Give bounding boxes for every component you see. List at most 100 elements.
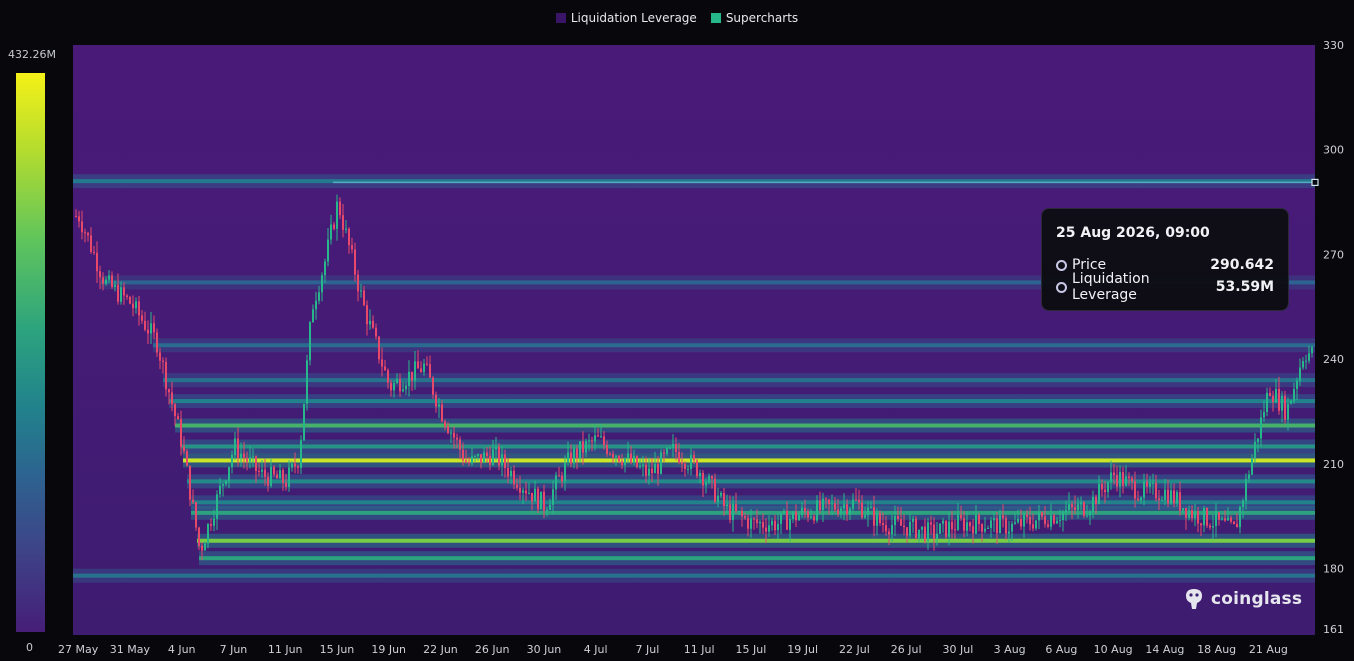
x-tick-label: 7 Jul [636, 643, 660, 656]
candle-up [249, 457, 251, 462]
candle-down [444, 421, 446, 427]
candle-down [99, 271, 101, 278]
candle-down [924, 526, 926, 542]
candle-down [237, 438, 239, 459]
candle-down [426, 363, 428, 365]
candle-down [96, 252, 98, 272]
candle-up [1149, 482, 1151, 487]
candle-up [324, 261, 326, 276]
y-tick-label: 161 [1323, 623, 1344, 636]
candle-down [516, 484, 518, 488]
candle-down [855, 499, 857, 501]
candle-down [861, 502, 863, 518]
candle-up [1062, 512, 1064, 521]
candle-down [168, 389, 170, 393]
candle-down [156, 332, 158, 353]
candle-down [1272, 396, 1274, 403]
candle-down [618, 455, 620, 462]
candle-down [276, 474, 278, 479]
candle-down [960, 514, 962, 519]
candle-up [984, 528, 986, 532]
candle-down [258, 471, 260, 473]
candle-down [285, 482, 287, 487]
candle-up [546, 509, 548, 511]
heatmap-band [191, 500, 1315, 505]
candle-up [936, 533, 938, 539]
candle-up [894, 516, 896, 526]
candle-up [1065, 509, 1067, 513]
x-tick-label: 26 Jul [891, 643, 922, 656]
candle-up [1194, 511, 1196, 519]
candle-up [222, 484, 224, 486]
heatmap-band [183, 458, 1315, 463]
candle-down [255, 456, 257, 472]
candle-down [969, 522, 971, 527]
candle-down [972, 526, 974, 534]
candle-up [1092, 496, 1094, 512]
candle-down [678, 451, 680, 463]
candle-down [858, 499, 860, 503]
candle-down [75, 216, 77, 218]
x-tick-label: 3 Aug [994, 643, 1026, 656]
candle-down [1041, 512, 1043, 517]
x-tick-label: 4 Jul [584, 643, 608, 656]
candle-down [1278, 388, 1280, 411]
candle-down [342, 215, 344, 230]
x-tick-label: 18 Aug [1197, 643, 1236, 656]
candle-down [459, 439, 461, 450]
candle-down [702, 472, 704, 486]
candle-down [138, 301, 140, 316]
candle-down [735, 504, 737, 511]
candle-down [1101, 483, 1103, 490]
coinglass-watermark: coinglass [1183, 587, 1302, 611]
candle-down [837, 509, 839, 515]
candle-up [867, 507, 869, 516]
tooltip-leverage-label: Liquidation Leverage [1072, 271, 1150, 303]
candle-down [774, 520, 776, 531]
candle-down [651, 468, 653, 474]
candle-down [111, 275, 113, 288]
candle-up [1251, 457, 1253, 475]
candle-down [900, 519, 902, 526]
candle-up [750, 518, 752, 529]
x-tick-label: 19 Jun [371, 643, 406, 656]
candle-down [273, 467, 275, 475]
candle-up [450, 432, 452, 434]
candle-up [492, 449, 494, 465]
candle-down [1284, 395, 1286, 420]
candle-down [1158, 498, 1160, 501]
candle-up [135, 301, 137, 309]
candle-up [318, 292, 320, 301]
candle-down [126, 295, 128, 297]
candle-up [1266, 392, 1268, 413]
candle-down [84, 232, 86, 234]
candle-up [315, 300, 317, 310]
candle-up [990, 520, 992, 528]
candle-down [1185, 508, 1187, 518]
candle-up [288, 467, 290, 487]
candle-down [339, 201, 341, 216]
candle-down [558, 475, 560, 477]
candle-up [1188, 510, 1190, 518]
candle-down [963, 518, 965, 531]
candle-up [219, 485, 221, 495]
liquidation-heatmap-chart[interactable]: 161 180 210 240 270 300 330 27 May 31 May 4 Jun 7… [0, 0, 1354, 661]
candle-down [1131, 478, 1133, 482]
candle-up [105, 279, 107, 284]
candle-up [300, 440, 302, 468]
candle-up [870, 507, 872, 509]
candle-down [591, 440, 593, 442]
candle-up [1086, 515, 1088, 517]
candle-up [252, 456, 254, 458]
candle-down [1206, 507, 1208, 526]
candle-up [438, 404, 440, 407]
candle-up [600, 436, 602, 438]
candle-up [1299, 367, 1301, 381]
candle-down [762, 521, 764, 528]
candle-up [1170, 490, 1172, 504]
candle-down [1071, 504, 1073, 508]
candle-up [1059, 520, 1061, 522]
candle-up [1290, 400, 1292, 404]
candle-down [417, 361, 419, 369]
candle-down [480, 454, 482, 463]
